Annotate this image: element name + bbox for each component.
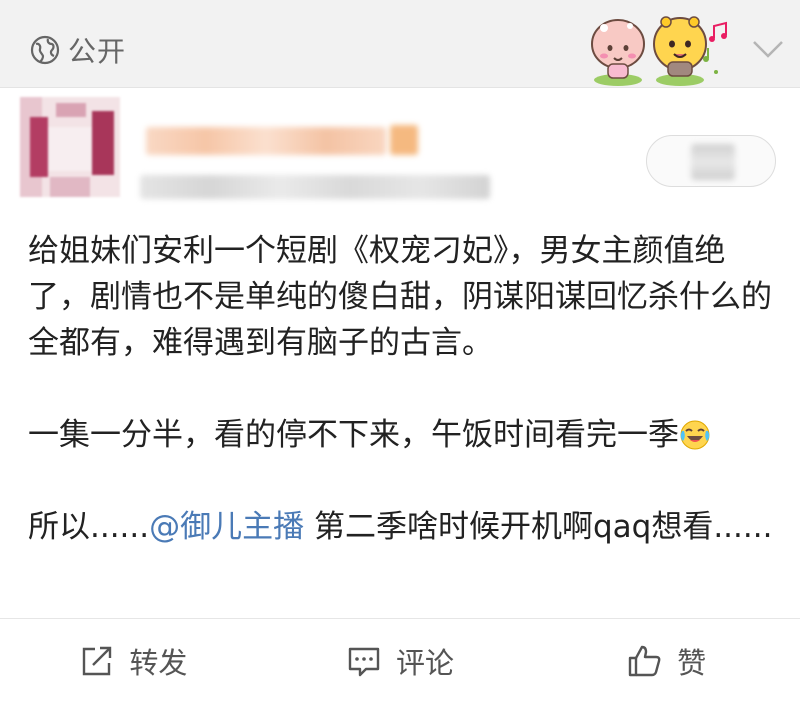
follow-button-label [691,144,735,180]
post-content: 给姐妹们安利一个短剧《权宠刁妃》，男女主颜值绝了，剧情也不是单纯的傻白甜，阴谋阳… [28,228,778,550]
verified-badge-icon [390,125,418,155]
avatar[interactable] [20,97,120,197]
post-paragraph: 所以......@御儿主播 第二季啥时候开机啊qaq想看...... [28,504,778,550]
post-paragraph: 给姐妹们安利一个短剧《权宠刁妃》，男女主颜值绝了，剧情也不是单纯的傻白甜，阴谋阳… [28,233,772,361]
post-paragraph: 一集一分半，看的停不下来，午饭时间看完一季 [28,412,778,458]
like-label: 赞 [677,646,707,680]
visibility-label: 公开 [68,35,127,68]
thumbs-up-icon [628,645,661,677]
comment-icon [348,647,380,677]
cartoon-sticker-icon [591,16,727,86]
globe-icon [30,35,60,65]
comment-button[interactable]: 评论 [267,619,534,703]
post-paragraph-text: 一集一分半，看的停不下来，午饭时间看完一季 [28,417,679,453]
laughing-crying-emoji [680,420,710,450]
follow-button[interactable] [646,135,776,187]
post-header [0,89,800,209]
visibility-selector[interactable]: 公开 [30,30,126,70]
post-paragraph-suffix: 第二季啥时候开机啊qaq想看...... [304,509,773,545]
action-bar: 转发 评论 赞 [0,618,800,703]
username[interactable] [146,127,386,155]
like-button[interactable]: 赞 [533,619,800,703]
post-paragraph-prefix: 所以...... [28,509,150,545]
mention-link[interactable]: @御儿主播 [149,509,304,545]
comment-label: 评论 [396,646,455,680]
post-meta [140,175,490,199]
repost-label: 转发 [129,646,188,680]
chevron-down-icon[interactable] [750,34,786,62]
repost-button[interactable]: 转发 [0,619,267,703]
visibility-bar: 公开 [0,0,800,88]
share-icon [83,646,112,676]
